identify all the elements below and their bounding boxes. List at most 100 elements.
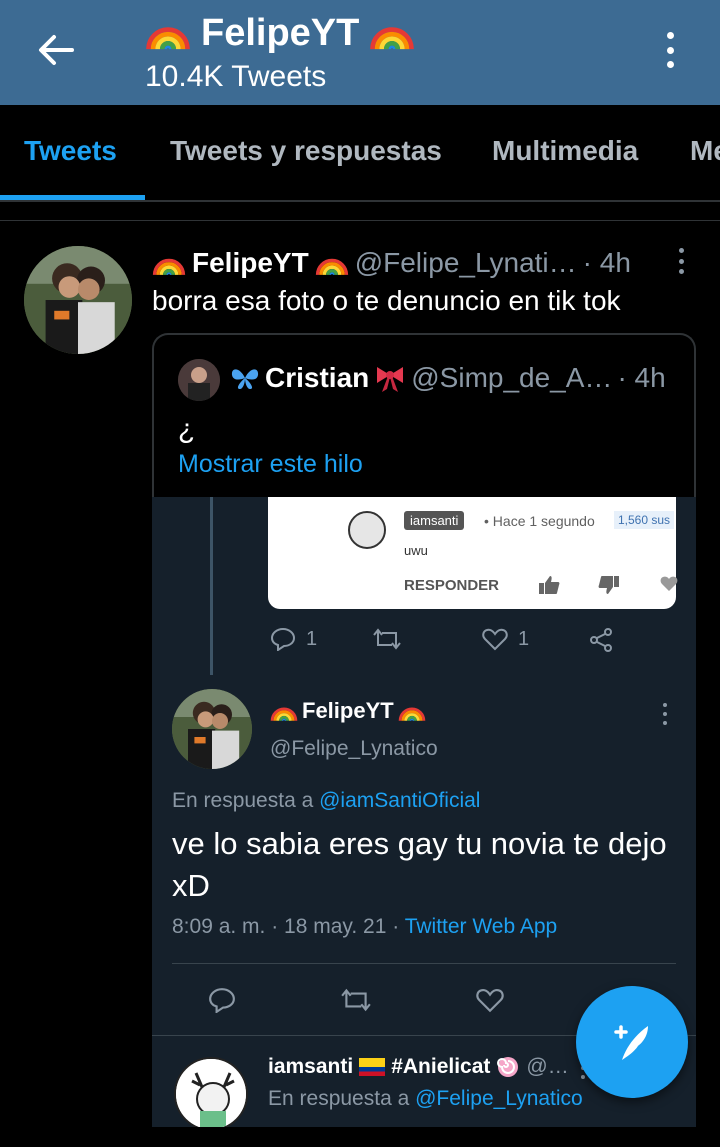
show-thread-link[interactable]: Mostrar este hilo xyxy=(178,450,363,479)
youtube-comment-card: iamsanti • Hace 1 segundo 1,560 sus uwu … xyxy=(268,497,678,609)
reply-action xyxy=(208,987,236,1013)
dot xyxy=(663,712,667,716)
dot xyxy=(678,258,684,264)
avatar-photo xyxy=(176,1059,246,1127)
tab-media[interactable]: Multimedia xyxy=(492,135,638,167)
dot xyxy=(666,32,674,39)
tweet-author-name[interactable]: FelipeYT xyxy=(192,247,309,279)
dot xyxy=(666,61,674,68)
thumbs-down-icon xyxy=(598,576,619,594)
reply-count: 1 xyxy=(306,627,318,650)
dot xyxy=(678,269,684,274)
compose-feather-icon xyxy=(614,1025,648,1060)
share-action xyxy=(588,627,614,653)
heart-icon xyxy=(660,576,678,591)
quoted-header: Cristian @Simp_de_A… · 4h xyxy=(230,362,666,394)
dot xyxy=(663,721,667,725)
thread-line xyxy=(210,497,213,675)
tweet-more-button[interactable] xyxy=(676,248,686,274)
tweet-text: borra esa foto o te denuncio en tik tok xyxy=(152,285,621,316)
compose-tweet-button[interactable] xyxy=(576,986,688,1098)
next-tweet-header: iamsanti #Anielicat @… xyxy=(268,1055,569,1079)
dot xyxy=(581,1075,585,1079)
next-author-name: iamsanti xyxy=(268,1055,354,1078)
avatar xyxy=(348,511,386,549)
heart-icon xyxy=(482,628,508,651)
dot xyxy=(663,703,667,707)
retweet-action xyxy=(372,627,402,651)
avatar xyxy=(172,689,252,769)
dot xyxy=(666,46,674,54)
avatar xyxy=(174,1057,248,1127)
profile-header: FelipeYT 10.4K Tweets xyxy=(0,0,720,105)
quoted-author-handle: @Simp_de_A… xyxy=(411,362,613,393)
avatar[interactable] xyxy=(24,246,132,354)
quoted-author-name: Cristian xyxy=(265,362,370,393)
divider xyxy=(0,200,720,202)
tweet-header: FelipeYT @Felipe_Lynati… · 4h xyxy=(152,246,631,280)
yt-comment-author: iamsanti xyxy=(404,511,465,530)
divider xyxy=(172,963,676,964)
dot xyxy=(678,248,684,253)
rainbow-icon xyxy=(270,697,298,725)
next-author-tag: #Anielicat xyxy=(391,1055,491,1078)
tweet-timestamp: 8:09 a. m. · 18 may. 21 · xyxy=(172,915,400,938)
tweet-author-handle[interactable]: @Felipe_Lynati… xyxy=(355,247,577,279)
share-icon xyxy=(590,628,612,652)
tab-tweets-replies[interactable]: Tweets y respuestas xyxy=(170,135,442,167)
arrow-left-icon xyxy=(39,35,74,65)
quoted-time: · 4h xyxy=(617,362,666,393)
avatar xyxy=(178,359,220,401)
tweet-count: 10.4K Tweets xyxy=(145,60,327,93)
reply-author-handle: @Felipe_Lynatico xyxy=(270,737,438,760)
quoted-text: ¿ xyxy=(178,413,196,444)
avatar-photo xyxy=(178,359,220,401)
avatar-photo xyxy=(172,689,252,769)
reply-icon xyxy=(209,988,235,1013)
tweet-meta: 8:09 a. m. · 18 may. 21 · Twitter Web Ap… xyxy=(172,915,557,939)
divider xyxy=(0,220,720,221)
avatar-photo xyxy=(24,246,132,354)
more-icon xyxy=(662,703,668,725)
yt-reply-button: RESPONDER xyxy=(404,577,500,594)
reply-action: 1 xyxy=(270,627,317,651)
rainbow-icon xyxy=(369,10,415,56)
yt-subscriber-badge: 1,560 sus xyxy=(614,511,675,529)
like-count: 1 xyxy=(518,627,530,650)
reply-author: FelipeYT xyxy=(270,697,426,725)
more-options-button[interactable] xyxy=(658,28,682,72)
rainbow-icon xyxy=(398,697,426,725)
retweet-icon xyxy=(341,988,371,1012)
next-author-handle: @… xyxy=(526,1055,569,1078)
yt-comment-text: uwu xyxy=(404,543,428,558)
ribbon-icon xyxy=(377,367,404,392)
like-action xyxy=(476,987,504,1013)
reply-icon xyxy=(270,627,296,651)
retweet-icon xyxy=(373,628,401,650)
profile-tabs: Tweets Tweets y respuestas Multimedia Me xyxy=(0,105,720,201)
replying-to-prefix: En respuesta a xyxy=(172,789,314,812)
butterfly-icon xyxy=(231,369,259,389)
like-action: 1 xyxy=(482,627,529,651)
replying-to-prefix: En respuesta a xyxy=(268,1087,410,1110)
replying-to: En respuesta a @Felipe_Lynatico xyxy=(268,1087,583,1111)
colombia-flag-icon xyxy=(359,1058,386,1076)
tab-likes[interactable]: Me xyxy=(690,135,720,167)
tweet-source: Twitter Web App xyxy=(404,915,558,938)
replying-to: En respuesta a @iamSantiOficial xyxy=(172,789,480,813)
tab-tweets[interactable]: Tweets xyxy=(24,135,117,167)
lollipop-icon xyxy=(497,1057,519,1077)
heart-icon xyxy=(476,988,504,1013)
profile-name: FelipeYT xyxy=(201,11,360,54)
reply-text: ve lo sabia eres gay tu novia te dejo xD xyxy=(172,826,667,903)
yt-comment-time: • Hace 1 segundo xyxy=(484,513,595,529)
back-button[interactable] xyxy=(30,28,82,72)
rainbow-icon xyxy=(152,246,186,280)
replying-to-mention: @iamSantiOficial xyxy=(319,789,481,812)
tweet-time: · 4h xyxy=(582,247,631,278)
reply-author-name: FelipeYT xyxy=(302,698,394,723)
rainbow-icon xyxy=(315,246,349,280)
retweet-action xyxy=(340,987,372,1013)
rainbow-icon xyxy=(145,10,191,56)
quoted-tweet[interactable]: Cristian @Simp_de_A… · 4h ¿ Mostrar este… xyxy=(152,333,696,503)
